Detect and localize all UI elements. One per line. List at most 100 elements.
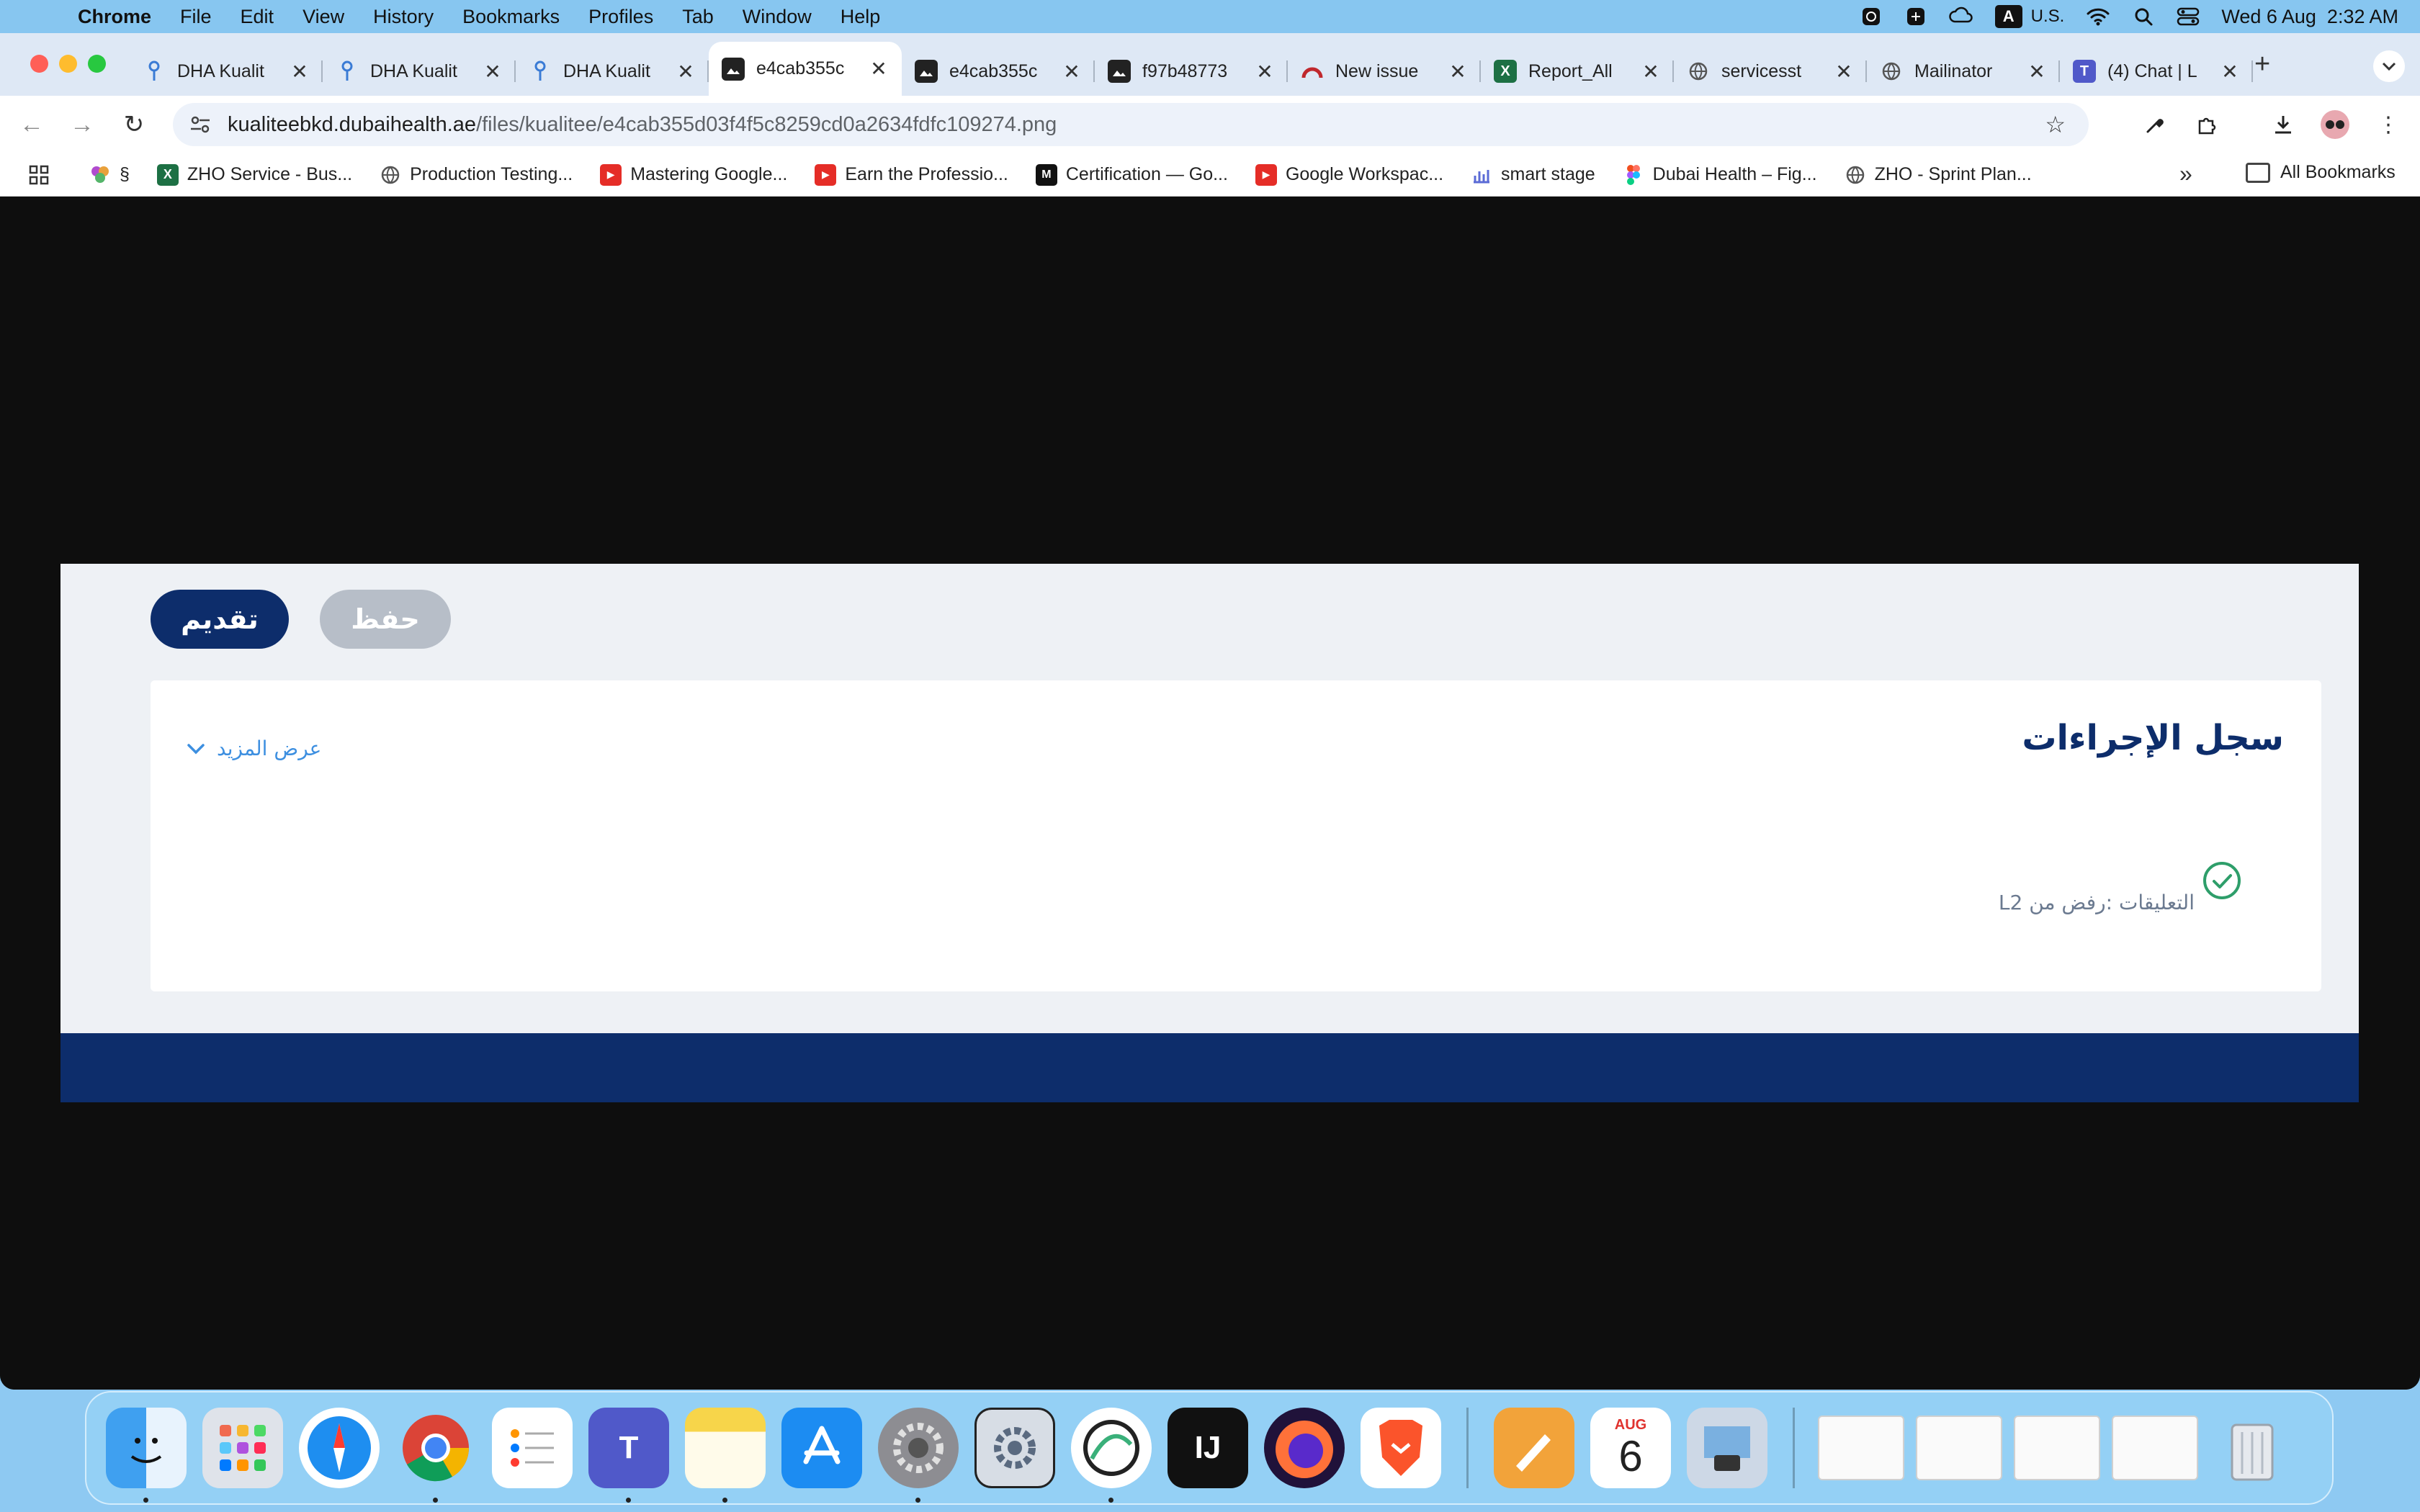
- control-center-icon[interactable]: [2177, 5, 2200, 28]
- bookmarks-overflow-icon[interactable]: »: [2179, 161, 2192, 187]
- teams-icon[interactable]: T: [588, 1408, 669, 1503]
- tab-close-icon[interactable]: ✕: [290, 60, 310, 84]
- bookmark-item[interactable]: ▶ Earn the Professio...: [815, 163, 1008, 186]
- menu-file[interactable]: File: [180, 6, 212, 28]
- pages-icon[interactable]: [1494, 1408, 1574, 1488]
- reload-icon[interactable]: ↻: [118, 109, 150, 140]
- calendar-icon[interactable]: AUG 6: [1590, 1408, 1671, 1488]
- globe-icon: [1845, 164, 1866, 186]
- tab-close-icon[interactable]: ✕: [1834, 60, 1854, 84]
- spotlight-search-icon[interactable]: [2132, 5, 2155, 28]
- minimize-window-button[interactable]: [59, 55, 77, 73]
- tab-close-icon[interactable]: ✕: [2220, 60, 2240, 84]
- save-button[interactable]: حفظ: [320, 590, 451, 649]
- trash-icon[interactable]: [2212, 1408, 2293, 1488]
- bookmarks-bar: § X ZHO Service - Bus... Production Test…: [0, 153, 2420, 197]
- clock[interactable]: Wed 6 Aug 2:32 AM: [2221, 6, 2398, 28]
- key-icon: [143, 60, 166, 83]
- address-bar[interactable]: kualiteebkd.dubaihealth.ae/files/kualite…: [173, 103, 2089, 146]
- site-settings-icon[interactable]: [187, 112, 213, 138]
- bookmark-item[interactable]: Production Testing...: [380, 164, 573, 186]
- safari-icon[interactable]: [299, 1408, 380, 1488]
- tab-close-icon[interactable]: ✕: [676, 60, 696, 84]
- minimized-window-thumbnail[interactable]: [1818, 1416, 1904, 1480]
- brave-icon[interactable]: [1361, 1408, 1441, 1488]
- menu-history[interactable]: History: [373, 6, 434, 28]
- chrome-icon[interactable]: [395, 1408, 476, 1503]
- tab-dha-kualitee-2[interactable]: DHA Kualit ✕: [323, 48, 516, 95]
- bookmark-item[interactable]: smart stage: [1471, 164, 1595, 186]
- minimized-window-thumbnail[interactable]: [1916, 1416, 2002, 1480]
- tab-close-icon[interactable]: ✕: [483, 60, 503, 84]
- tunnelblick-icon[interactable]: [1904, 5, 1927, 28]
- tab-close-icon[interactable]: ✕: [869, 57, 889, 81]
- dock-separator: [1793, 1408, 1795, 1488]
- preview-icon[interactable]: [1687, 1408, 1767, 1488]
- menu-bookmarks[interactable]: Bookmarks: [462, 6, 560, 28]
- input-source-label[interactable]: U.S.: [2031, 6, 2065, 27]
- launchpad-icon[interactable]: [202, 1408, 283, 1488]
- tab-close-icon[interactable]: ✕: [2027, 60, 2047, 84]
- zoom-window-button[interactable]: [88, 55, 106, 73]
- tab-close-icon[interactable]: ✕: [1062, 60, 1082, 84]
- bookmark-item[interactable]: ZHO - Sprint Plan...: [1845, 164, 2032, 186]
- tab-new-issue[interactable]: New issue ✕: [1288, 48, 1481, 95]
- profile-avatar[interactable]: [2321, 110, 2349, 139]
- tab-close-icon[interactable]: ✕: [1255, 60, 1275, 84]
- menu-view[interactable]: View: [302, 6, 344, 28]
- menu-help[interactable]: Help: [841, 6, 881, 28]
- forward-arrow-icon[interactable]: →: [66, 109, 98, 140]
- eyedropper-extension-icon[interactable]: [2139, 109, 2171, 140]
- wifi-icon[interactable]: [2086, 5, 2110, 28]
- vpn-app-icon[interactable]: [1071, 1408, 1152, 1503]
- tab-teams-chat[interactable]: T (4) Chat | L ✕: [2060, 48, 2253, 95]
- tab-report-all[interactable]: X Report_All ✕: [1481, 48, 1674, 95]
- creative-cloud-icon[interactable]: [1948, 5, 1973, 28]
- menu-window[interactable]: Window: [743, 6, 812, 28]
- all-bookmarks-folder[interactable]: All Bookmarks: [2246, 162, 2396, 183]
- tab-close-icon[interactable]: ✕: [1448, 60, 1468, 84]
- reminders-icon[interactable]: [492, 1408, 573, 1488]
- tab-search-chevron-icon[interactable]: [2373, 50, 2405, 82]
- bookmark-item[interactable]: §: [89, 164, 130, 186]
- back-arrow-icon[interactable]: ←: [16, 109, 48, 140]
- settings-gear-icon[interactable]: [974, 1408, 1055, 1488]
- firefox-icon[interactable]: [1264, 1408, 1345, 1488]
- app-store-icon[interactable]: [781, 1408, 862, 1488]
- menu-profiles[interactable]: Profiles: [588, 6, 653, 28]
- bookmark-item[interactable]: Dubai Health – Fig...: [1623, 164, 1817, 186]
- tab-active-image[interactable]: e4cab355c ✕: [709, 42, 902, 96]
- bookmark-item[interactable]: ▶ Google Workspac...: [1255, 163, 1443, 186]
- notes-icon[interactable]: [685, 1408, 766, 1503]
- menu-tab[interactable]: Tab: [682, 6, 714, 28]
- bookmark-item[interactable]: M Certification — Go...: [1035, 163, 1228, 186]
- extensions-puzzle-icon[interactable]: [2191, 109, 2223, 140]
- menu-app-name[interactable]: Chrome: [78, 6, 151, 28]
- tab-mailinator[interactable]: Mailinator ✕: [1867, 48, 2060, 95]
- youtube-icon: ▶: [1255, 163, 1277, 186]
- submit-button[interactable]: تقديم: [151, 590, 289, 649]
- minimized-window-thumbnail[interactable]: [2014, 1416, 2100, 1480]
- intellij-icon[interactable]: IJ: [1168, 1408, 1248, 1488]
- input-source-badge[interactable]: A: [1994, 5, 2022, 28]
- tab-servicesstore[interactable]: servicesst ✕: [1674, 48, 1867, 95]
- download-icon[interactable]: [2267, 109, 2299, 140]
- bookmark-item[interactable]: X ZHO Service - Bus...: [156, 163, 352, 186]
- tab-image-3[interactable]: f97b48773 ✕: [1095, 48, 1288, 95]
- finder-icon[interactable]: [106, 1408, 187, 1503]
- bookmark-item[interactable]: ▶ Mastering Google...: [600, 163, 787, 186]
- bookmark-star-icon[interactable]: ☆: [2045, 111, 2066, 138]
- tab-close-icon[interactable]: ✕: [1641, 60, 1661, 84]
- apps-grid-icon[interactable]: [24, 161, 53, 189]
- close-window-button[interactable]: [30, 55, 48, 73]
- new-tab-icon[interactable]: +: [2254, 49, 2270, 80]
- tab-dha-kualitee-3[interactable]: DHA Kualit ✕: [516, 48, 709, 95]
- tab-image-2[interactable]: e4cab355c ✕: [902, 48, 1095, 95]
- chrome-menu-kebab-icon[interactable]: ⋮: [2372, 109, 2404, 140]
- system-settings-icon[interactable]: [878, 1408, 959, 1503]
- tab-dha-kualitee-1[interactable]: DHA Kualit ✕: [130, 48, 323, 95]
- minimized-window-thumbnail[interactable]: [2112, 1416, 2198, 1480]
- menu-edit[interactable]: Edit: [241, 6, 274, 28]
- show-more-link[interactable]: عرض المزيد: [185, 737, 321, 760]
- vpn-icon[interactable]: [1860, 5, 1883, 28]
